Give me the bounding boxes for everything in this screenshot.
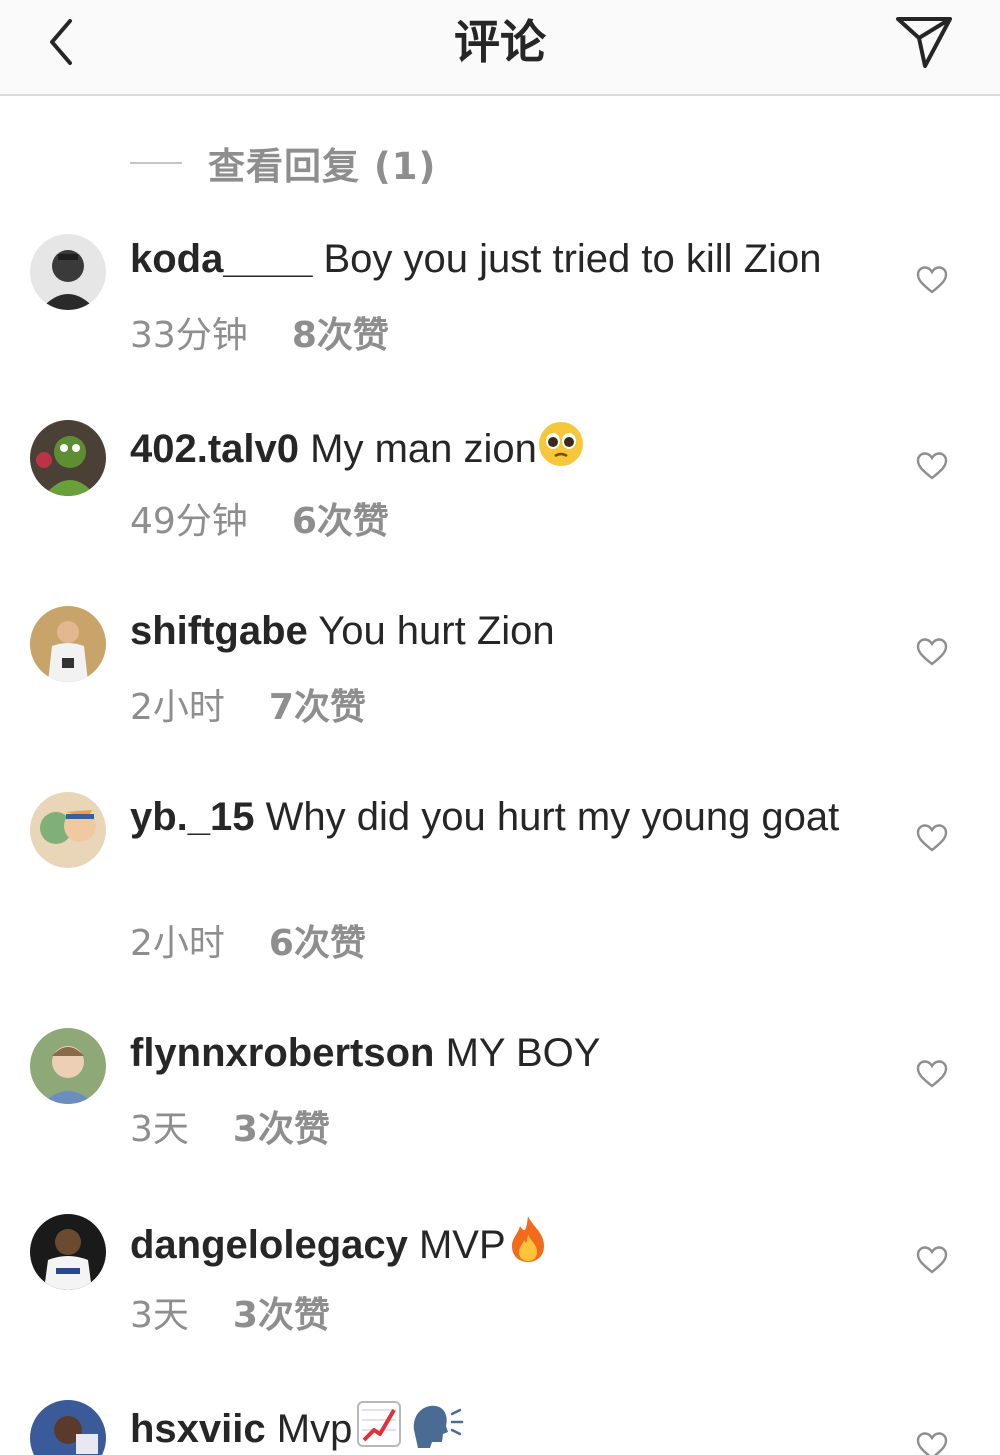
comment-text: MVP [407, 1223, 506, 1267]
comment-body: 402.talv0 My man zion [130, 420, 870, 474]
comment-likes[interactable]: 6次赞 [269, 914, 366, 966]
view-replies-label: 查看回复 (1) [208, 145, 437, 188]
comment-username[interactable]: shiftgabe [130, 609, 308, 653]
comment-time: 2小时 [130, 923, 225, 964]
comment-body: hsxviic Mvp [130, 1400, 870, 1454]
page-title: 评论 [454, 15, 546, 69]
heart-icon[interactable] [916, 637, 948, 667]
view-replies-link[interactable]: 查看回复 (1) [130, 138, 436, 188]
comment-time: 2小时 [130, 687, 225, 728]
avatar[interactable] [30, 792, 106, 868]
comment-body: shiftgabe You hurt Zion [130, 606, 870, 656]
avatar[interactable] [30, 1028, 106, 1104]
heart-icon[interactable] [916, 265, 948, 295]
speaking-head-emoji [414, 1405, 464, 1448]
divider-line [130, 162, 182, 164]
comment-likes[interactable]: 8次赞 [292, 306, 389, 358]
comment-body: flynnxrobertson MY BOY [130, 1028, 870, 1078]
avatar[interactable] [30, 606, 106, 682]
comment-likes[interactable]: 3次赞 [233, 1100, 330, 1152]
avatar[interactable] [30, 1214, 106, 1290]
paper-plane-icon [896, 17, 952, 68]
comment-text: You hurt Zion [307, 609, 555, 653]
comment-body: yb._15 Why did you hurt my young goat [130, 792, 870, 842]
comment-username[interactable]: flynnxrobertson [130, 1031, 434, 1075]
heart-icon[interactable] [916, 1431, 948, 1455]
comment-username[interactable]: dangelolegacy [130, 1223, 408, 1267]
heart-icon[interactable] [916, 1059, 948, 1089]
comment-body: koda____ Boy you just tried to kill Zion [130, 234, 870, 284]
comment-meta: 2小时 7次赞 [130, 678, 366, 730]
comment-meta: 3天 3次赞 [130, 1286, 330, 1338]
comment-text: Mvp [265, 1407, 353, 1451]
comment-meta: 49分钟 6次赞 [130, 492, 389, 544]
comment-likes[interactable]: 3次赞 [233, 1286, 330, 1338]
comment-likes[interactable]: 7次赞 [269, 678, 366, 730]
comment-body: dangelolegacy MVP [130, 1214, 870, 1270]
comment-time: 3天 [130, 1109, 189, 1150]
comment-text: Why did you hurt my young goat [254, 795, 840, 839]
avatar[interactable] [30, 420, 106, 496]
comment-meta: 33分钟 8次赞 [130, 306, 389, 358]
comment-time: 3天 [130, 1295, 189, 1336]
comment-time: 33分钟 [130, 315, 248, 356]
comment-meta: 2小时 6次赞 [130, 914, 366, 966]
comment-username[interactable]: yb._15 [130, 795, 255, 839]
heart-icon[interactable] [916, 1245, 948, 1275]
comment-username[interactable]: 402.talv0 [130, 427, 299, 471]
comment-username[interactable]: hsxviic [130, 1407, 266, 1451]
top-bar: 评论 [0, 0, 1000, 96]
chart-increasing-emoji [357, 1401, 402, 1447]
avatar[interactable] [30, 1400, 106, 1455]
comment-meta: 3天 3次赞 [130, 1100, 330, 1152]
comment-text: MY BOY [434, 1031, 601, 1075]
comment-username[interactable]: koda____ [130, 237, 312, 281]
comment-text: Boy you just tried to kill Zion [312, 237, 822, 281]
pleading-face-emoji [538, 422, 583, 466]
comment-text: My man zion [299, 427, 537, 471]
comment-likes[interactable]: 6次赞 [292, 492, 389, 544]
share-button[interactable] [894, 12, 954, 72]
heart-icon[interactable] [916, 451, 948, 481]
heart-icon[interactable] [916, 823, 948, 853]
comment-time: 49分钟 [130, 501, 248, 542]
fire-emoji [511, 1216, 544, 1262]
avatar[interactable] [30, 234, 106, 310]
